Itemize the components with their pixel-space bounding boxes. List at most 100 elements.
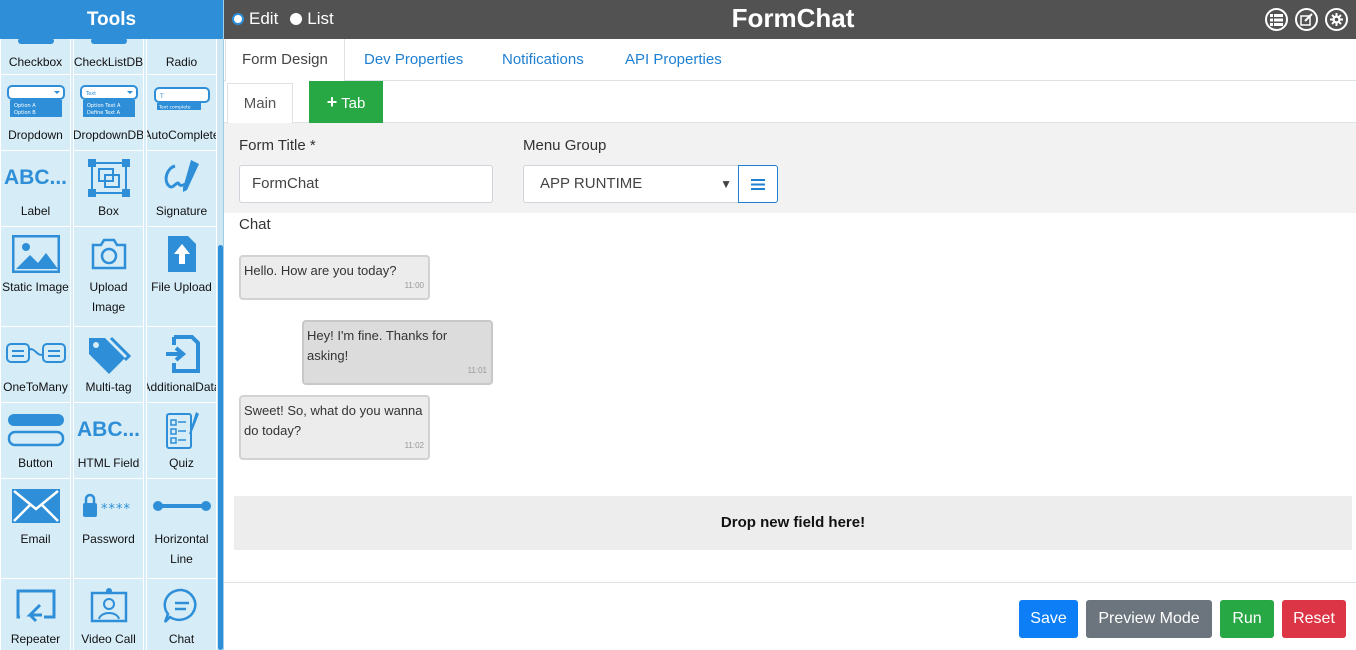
tool-label: CheckListDB [73, 55, 144, 69]
reset-button[interactable]: Reset [1282, 600, 1346, 638]
tool-horizontal-line[interactable]: Horizontal Line [146, 479, 217, 579]
tab-api-properties[interactable]: API Properties [609, 39, 738, 81]
tool-label: Dropdown [8, 128, 63, 142]
list-view-button[interactable] [1265, 8, 1288, 31]
subtab-main[interactable]: Main [227, 83, 293, 124]
label-glyph: ABC... [4, 166, 67, 189]
preview-mode-button[interactable]: Preview Mode [1086, 600, 1212, 638]
password-icon: **** [79, 485, 139, 527]
tool-label: AdditionalData [146, 380, 217, 394]
tool-label: Video Call [81, 632, 136, 646]
mode-toggle: Edit List [232, 9, 346, 29]
mode-list-radio[interactable]: List [290, 9, 334, 29]
tool-quiz[interactable]: Quiz [146, 403, 217, 479]
autocomplete-preview-text: T [159, 93, 164, 100]
tool-label: Chat [168, 632, 195, 646]
tab-dev-properties[interactable]: Dev Properties [348, 39, 479, 81]
edit-button[interactable] [1295, 8, 1318, 31]
mode-list-label: List [307, 9, 334, 28]
menu-group-select[interactable]: APP RUNTIME ▼ [523, 165, 739, 203]
dropdown-icon: Option A Option B [6, 81, 66, 123]
tool-upload-image[interactable]: Upload Image [73, 227, 144, 327]
hamburger-icon [751, 178, 765, 190]
tool-password[interactable]: **** Password [73, 479, 144, 579]
sidebar-scrollbar-thumb[interactable] [218, 245, 223, 650]
html-field-icon: ABC... [77, 409, 140, 451]
tool-video-call[interactable]: Video Call [73, 579, 144, 650]
dropdown-db-icon: Text Option Text A Define Text A [79, 81, 139, 123]
dropdown-db-preview-text: Text [85, 91, 96, 97]
tool-autocomplete[interactable]: T Text complete AutoComplete [146, 75, 217, 151]
tool-file-upload[interactable]: File Upload [146, 227, 217, 327]
tool-signature[interactable]: Signature [146, 151, 217, 227]
tool-html-field[interactable]: ABC... HTML Field [73, 403, 144, 479]
dropdown-preview-option: Option A [14, 103, 36, 109]
mode-edit-radio[interactable]: Edit [232, 9, 278, 29]
tool-repeater[interactable]: Repeater [0, 579, 71, 650]
repeater-icon [6, 585, 66, 627]
tools-sidebar: Tools Checkbox CheckListDB Radio Option … [0, 0, 224, 650]
tool-radio[interactable]: Radio [146, 39, 217, 75]
form-title-label: Form Title * [239, 137, 316, 154]
settings-button[interactable] [1325, 8, 1348, 31]
additional-data-icon [152, 333, 212, 375]
dropdown-db-preview-option: Define Text A [87, 110, 121, 116]
dropdown-db-preview-option: Option Text A [87, 103, 121, 109]
radio-checked-icon [232, 13, 244, 25]
tool-label-line2: Image [91, 300, 126, 314]
tool-additional-data[interactable]: AdditionalData [146, 327, 217, 403]
menu-group-value: APP RUNTIME [540, 175, 643, 192]
checklist-db-icon [79, 39, 139, 50]
tool-static-image[interactable]: Static Image [0, 227, 71, 327]
chat-message-time: 11:02 [404, 441, 424, 450]
add-tab-button[interactable]: + Tab [309, 81, 383, 123]
edit-icon [1300, 13, 1313, 26]
tool-label: HTML Field [77, 456, 140, 470]
chat-message-text: Hey! I'm fine. Thanks for asking! [307, 328, 448, 363]
chat-message-time: 11:00 [404, 281, 424, 290]
tool-label: Multi-tag [85, 380, 132, 394]
tool-checklistdb[interactable]: CheckListDB [73, 39, 144, 75]
tools-title: Tools [0, 0, 223, 39]
tool-checkbox[interactable]: Checkbox [0, 39, 71, 75]
save-button[interactable]: Save [1019, 600, 1078, 638]
label-icon: ABC... [4, 157, 67, 199]
gear-icon [1330, 13, 1343, 26]
radio-icon [152, 39, 212, 50]
form-sub-tabs: Main + Tab [224, 81, 1356, 124]
chat-message: Hey! I'm fine. Thanks for asking! 11:01 [302, 320, 493, 385]
tab-form-design[interactable]: Form Design [225, 39, 345, 82]
drop-zone[interactable]: Drop new field here! [234, 496, 1352, 550]
chat-message: Sweet! So, what do you wanna do today? 1… [239, 395, 430, 460]
tool-box[interactable]: Box [73, 151, 144, 227]
button-icon [6, 409, 66, 451]
checkbox-icon [6, 39, 66, 50]
chat-message-text: Sweet! So, what do you wanna do today? [244, 403, 423, 438]
tool-label: DropdownDB [73, 128, 144, 142]
tool-dropdown[interactable]: Option A Option B Dropdown [0, 75, 71, 151]
tool-label: Password [82, 532, 135, 546]
tab-notifications[interactable]: Notifications [486, 39, 600, 81]
tool-one-to-many[interactable]: OneToMany [0, 327, 71, 403]
chat-field-label: Chat [239, 216, 271, 233]
form-title-input[interactable]: FormChat [239, 165, 493, 203]
box-icon [79, 157, 139, 199]
tool-email[interactable]: Email [0, 479, 71, 579]
quiz-icon [152, 409, 212, 451]
menu-group-label: Menu Group [523, 137, 607, 154]
tool-dropdowndb[interactable]: Text Option Text A Define Text A Dropdow… [73, 75, 144, 151]
tool-multi-tag[interactable]: Multi-tag [73, 327, 144, 403]
menu-group-button[interactable] [738, 165, 778, 203]
tool-button[interactable]: Button [0, 403, 71, 479]
tool-label[interactable]: ABC... Label [0, 151, 71, 227]
tool-label: Signature [155, 204, 208, 218]
tool-label: Radio [165, 55, 198, 69]
tool-label: Email [20, 532, 51, 546]
tool-chat[interactable]: Chat [146, 579, 217, 650]
form-settings: Form Title * FormChat Menu Group APP RUN… [224, 123, 1356, 213]
radio-unchecked-icon [290, 13, 303, 25]
run-button[interactable]: Run [1220, 600, 1274, 638]
top-bar: FormChat Edit List [224, 0, 1356, 39]
tool-label: AutoComplete [146, 128, 217, 142]
email-icon [6, 485, 66, 527]
